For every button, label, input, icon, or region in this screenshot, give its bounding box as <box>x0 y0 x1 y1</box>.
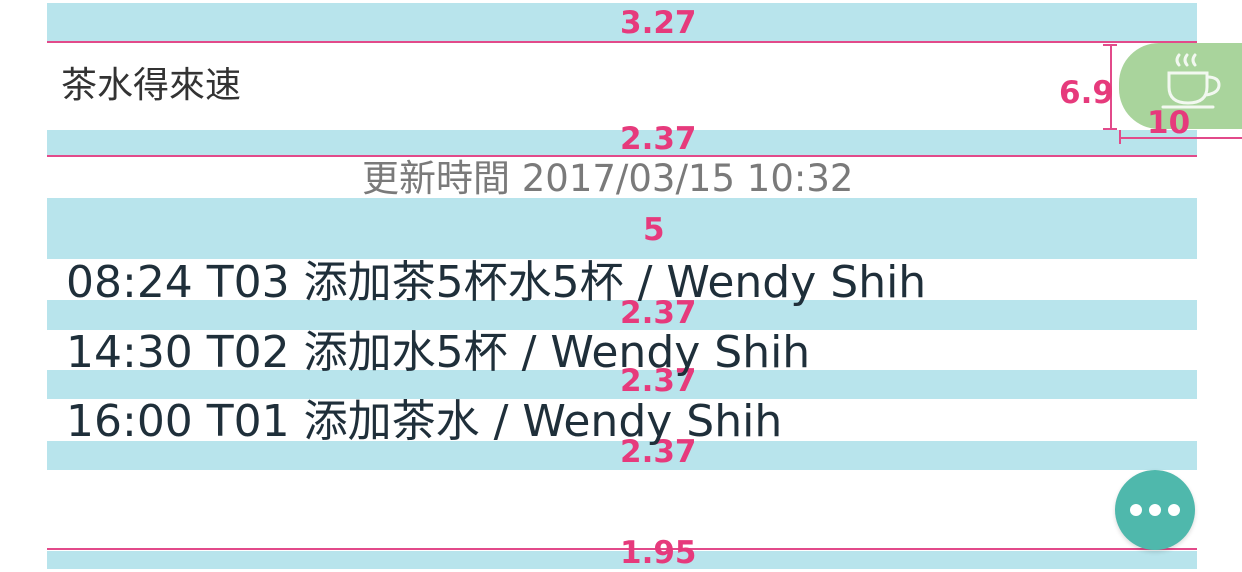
icon-height-tick-bottom <box>1103 128 1117 130</box>
spacing-band-update <box>47 198 1197 259</box>
app-title: 茶水得來速 <box>61 65 242 106</box>
log-row-2: 14:30 T02 添加水5杯 / Wendy Shih <box>66 327 811 378</box>
guide-line-header-top <box>47 41 1197 43</box>
more-dots-icon <box>1168 504 1180 516</box>
more-options-button[interactable] <box>1115 470 1195 550</box>
more-dots-icon <box>1149 504 1161 516</box>
log-row-3: 16:00 T01 添加茶水 / Wendy Shih <box>66 396 783 447</box>
measure-top-margin: 3.27 <box>620 5 697 41</box>
measure-header-bottom: 2.37 <box>620 121 697 157</box>
more-dots-icon <box>1130 504 1142 516</box>
icon-width-tick-left <box>1119 130 1121 144</box>
update-time-text: 更新時間 2017/03/15 10:32 <box>362 157 854 200</box>
measure-icon-width: 10 <box>1147 105 1191 141</box>
icon-height-tick-top <box>1103 44 1117 46</box>
spec-canvas: 3.27 2.37 5 2.37 2.37 2.37 1.95 茶水得來速 6.… <box>0 0 1242 572</box>
measure-bottom-margin: 1.95 <box>620 535 697 571</box>
measure-icon-height: 6.9 <box>1059 75 1114 111</box>
log-row-1: 08:24 T03 添加茶5杯水5杯 / Wendy Shih <box>66 257 927 308</box>
measure-update-gap: 5 <box>643 212 665 248</box>
